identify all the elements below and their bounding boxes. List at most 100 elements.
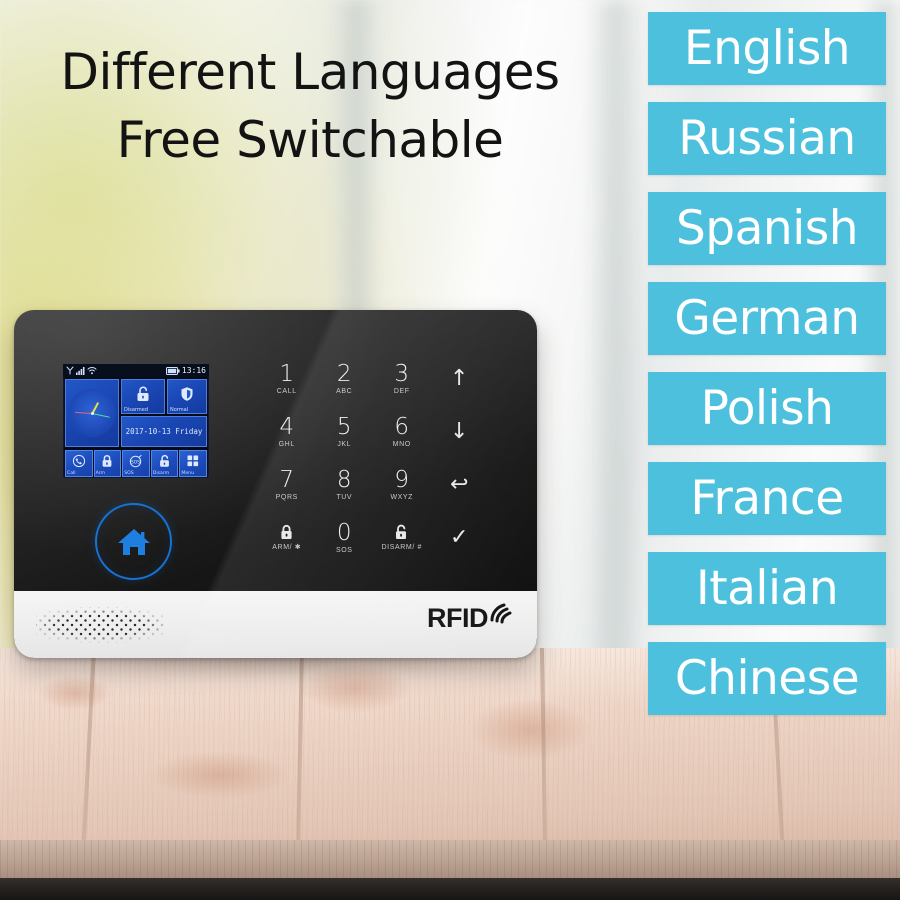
language-chip-italian: Italian (648, 552, 886, 625)
check-icon: ✓ (450, 524, 469, 550)
key-5[interactable]: 5 JKL (316, 405, 374, 458)
key-7[interactable]: 7 PQRS (258, 458, 316, 511)
unlock-icon (395, 524, 406, 539)
screen-nav-label: Call (67, 470, 76, 476)
home-icon (117, 528, 150, 555)
key-digit: 0 (336, 519, 352, 546)
key-down[interactable]: ↓ (431, 405, 489, 458)
key-arm[interactable]: ARM/ ✱ (258, 511, 316, 564)
language-label: German (674, 290, 860, 346)
analog-clock-face (68, 389, 116, 437)
language-label: English (683, 20, 851, 76)
keypad: 1 CALL 2 ABC 3 DEF ↑ 4 GHL 5 JKL 6 MNO ↓ (258, 352, 488, 564)
key-4[interactable]: 4 GHL (258, 405, 316, 458)
sos-icon: SOS (129, 455, 142, 468)
rfid-logo: RFID (427, 603, 515, 633)
screen-nav-label: Arm (95, 470, 106, 476)
language-label: Chinese (674, 650, 860, 706)
shield-icon (181, 387, 193, 401)
rfid-wave-icon (490, 603, 512, 624)
key-digit: 4 (279, 413, 295, 440)
screen-clock: 13:16 (181, 365, 206, 375)
language-chip-russian: Russian (648, 102, 886, 175)
grid-icon (187, 455, 199, 467)
key-disarm[interactable]: DISARM/ # (373, 511, 431, 564)
svg-text:SOS: SOS (131, 460, 140, 466)
key-digit: 9 (394, 466, 410, 493)
antenna-icon (66, 366, 74, 375)
key-digit: 7 (279, 466, 295, 493)
key-digit: 1 (279, 360, 295, 387)
system-state-tile: Normal (167, 379, 207, 414)
screen-nav-call: Call (65, 450, 93, 477)
screen-nav-arm: Arm (93, 450, 122, 477)
key-sublabel: SOS (335, 546, 353, 554)
key-sublabel: CALL (276, 387, 297, 395)
screen-nav-label: Disarm (152, 470, 170, 476)
key-sublabel: GHL (278, 440, 295, 448)
date-text: 2017-10-13 Friday (125, 427, 203, 436)
arm-state-tile: Disarmed (121, 379, 165, 414)
key-sublabel: DEF (393, 387, 410, 395)
signal-bars-icon (76, 367, 85, 375)
table-edge (0, 840, 900, 878)
key-sublabel: TUV (336, 493, 353, 501)
key-sublabel: PQRS (275, 493, 298, 501)
key-sublabel: DISARM/ # (381, 543, 422, 551)
language-label: Polish (700, 380, 834, 436)
unlock-icon (159, 454, 169, 467)
screen-body: Disarmed Normal 2017-10-13 Friday Call A… (63, 377, 209, 478)
key-confirm[interactable]: ✓ (431, 511, 489, 564)
screen-status-bar: 13:16 (63, 364, 209, 377)
device-base-bar: RFID (14, 591, 537, 658)
product-banner: Different Languages Free Switchable Engl… (0, 0, 900, 900)
screen-nav-disarm: Disarm (150, 450, 179, 477)
language-chip-france: France (648, 462, 886, 535)
unlock-icon (137, 386, 149, 401)
key-sublabel: ABC (336, 387, 353, 395)
language-chip-spanish: Spanish (648, 192, 886, 265)
system-state-label: Normal (170, 407, 189, 413)
key-0[interactable]: 0 SOS (316, 511, 374, 564)
table-underside-shadow (0, 878, 900, 900)
back-arrow-icon: ↩ (450, 471, 469, 497)
arm-state-label: Disarmed (124, 407, 148, 413)
key-sublabel: ARM/ ✱ (272, 543, 302, 551)
language-label: France (690, 470, 844, 526)
key-3[interactable]: 3 DEF (373, 352, 431, 405)
screen-nav-sos: SOS SOS (122, 450, 150, 477)
language-chip-chinese: Chinese (648, 642, 886, 715)
language-label: Spanish (675, 200, 859, 256)
lcd-screen: 13:16 Disarmed Normal 2017-10-13 Friday … (63, 364, 209, 478)
key-digit: 2 (336, 360, 352, 387)
home-button[interactable] (95, 503, 172, 580)
key-2[interactable]: 2 ABC (316, 352, 374, 405)
clock-center-pin (90, 411, 94, 415)
screen-nav-menu: Menu (179, 450, 207, 477)
key-9[interactable]: 9 WXYZ (373, 458, 431, 511)
page-title: Different Languages Free Switchable (60, 43, 560, 169)
key-6[interactable]: 6 MNO (373, 405, 431, 458)
key-1[interactable]: 1 CALL (258, 352, 316, 405)
date-tile: 2017-10-13 Friday (121, 416, 207, 447)
key-up[interactable]: ↑ (431, 352, 489, 405)
battery-icon (165, 366, 180, 375)
table-edge-grain (0, 840, 900, 878)
arrow-up-icon: ↑ (450, 365, 469, 391)
language-chip-polish: Polish (648, 372, 886, 445)
screen-nav-row: Call Arm SOS SOS Disarm Menu (65, 450, 207, 477)
key-sublabel: JKL (337, 440, 352, 448)
arrow-down-icon: ↓ (450, 418, 469, 444)
key-digit: 8 (336, 466, 352, 493)
language-label: Russian (678, 110, 856, 166)
clock-tile (65, 379, 119, 447)
key-back[interactable]: ↩ (431, 458, 489, 511)
language-chip-german: German (648, 282, 886, 355)
rfid-label: RFID (427, 603, 489, 633)
key-8[interactable]: 8 TUV (316, 458, 374, 511)
lock-icon (102, 455, 112, 467)
screen-nav-label: Menu (181, 470, 194, 476)
key-sublabel: WXYZ (390, 493, 414, 501)
lock-icon (281, 524, 292, 539)
speaker-grille (36, 607, 164, 643)
